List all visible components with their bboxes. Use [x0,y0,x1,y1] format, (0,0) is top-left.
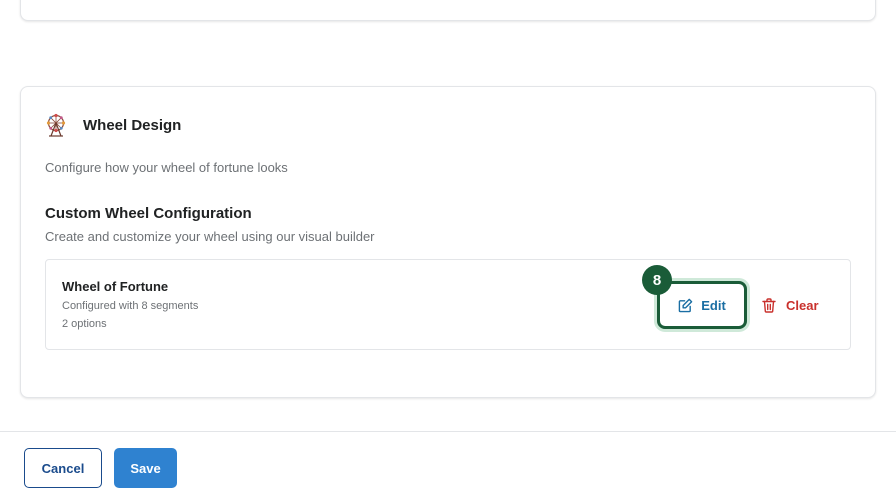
wheel-segments-text: Configured with 8 segments [62,300,199,312]
step-badge: 8 [642,265,672,295]
clear-button[interactable]: Clear [762,293,819,317]
card-title: Wheel Design [83,116,182,134]
previous-card [20,0,876,21]
footer-divider [0,431,896,432]
trash-icon [762,297,776,313]
wheel-config-item: Wheel of Fortune Configured with 8 segme… [45,259,851,350]
ferris-wheel-icon [45,113,67,137]
wheel-design-card: Wheel Design Configure how your wheel of… [20,86,876,398]
save-button[interactable]: Save [114,448,177,488]
clear-button-label: Clear [786,297,819,313]
card-header: Wheel Design [45,113,181,137]
wheel-options-text: 2 options [62,318,107,330]
edit-icon [678,298,693,312]
section-title: Custom Wheel Configuration [45,205,252,222]
edit-button[interactable]: Edit [657,281,747,329]
edit-button-label: Edit [701,297,726,313]
cancel-button[interactable]: Cancel [24,448,102,488]
wheel-name: Wheel of Fortune [62,279,169,294]
section-description: Create and customize your wheel using ou… [45,229,375,244]
card-description: Configure how your wheel of fortune look… [45,160,288,175]
